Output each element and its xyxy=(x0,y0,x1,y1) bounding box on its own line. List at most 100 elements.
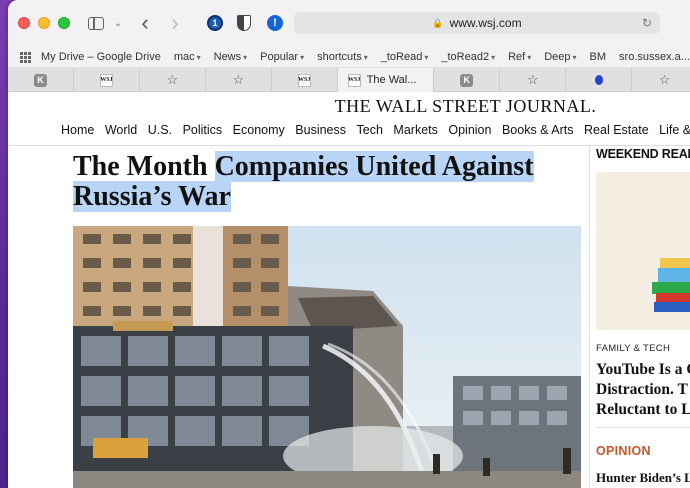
rail-divider xyxy=(596,427,690,428)
nav-item[interactable]: Politics xyxy=(183,123,223,137)
article-photo[interactable] xyxy=(73,226,581,488)
bookmark-label: sro.sussex.a....nas_pa xyxy=(619,50,690,63)
bookmark-label: News xyxy=(213,50,242,63)
alert-extension-icon[interactable]: ! xyxy=(266,0,284,46)
star-icon: ☆ xyxy=(232,72,245,87)
sidebar-toggle-button[interactable] xyxy=(86,0,106,46)
bookmark-item[interactable]: My Drive – Google Drive xyxy=(41,51,161,63)
browser-window: ⌄ ‹ › 1 ! 🔒 www.wsj.com ↻ My Drive – Goo… xyxy=(8,0,690,488)
tab-title: The Wal... xyxy=(366,74,417,86)
chevron-down-icon: ▾ xyxy=(243,52,248,62)
web-page: THE WALL STREET JOURNAL. Home World U.S. Po… xyxy=(8,92,690,488)
shield-extension-icon[interactable] xyxy=(235,0,253,46)
bookmark-label: Ref xyxy=(508,50,526,63)
tab[interactable]: WSJ xyxy=(272,68,338,92)
nav-item[interactable]: Economy xyxy=(233,123,285,137)
star-icon: ☆ xyxy=(526,72,539,87)
nav-item[interactable]: Life & Work xyxy=(659,123,690,137)
article-headline[interactable]: The Month Companies United Against Russia… xyxy=(73,151,585,212)
masthead-logo[interactable]: THE WALL STREET JOURNAL. xyxy=(8,96,690,117)
tab[interactable] xyxy=(566,68,633,92)
zoom-window-button[interactable] xyxy=(58,17,70,29)
back-button[interactable]: ‹ xyxy=(136,0,154,46)
tab-active[interactable]: WSJ The Wal... xyxy=(337,68,435,92)
reload-icon[interactable]: ↻ xyxy=(642,16,652,30)
bookmark-label: Popular xyxy=(260,50,299,63)
wsj-favicon-icon: WSJ xyxy=(99,73,113,87)
bookmark-item[interactable]: _toRead2 ▾ xyxy=(441,51,495,63)
star-icon: ☆ xyxy=(166,72,179,87)
headline-plain: The Month xyxy=(73,151,215,182)
chevron-down-icon: ▾ xyxy=(527,52,532,62)
tab[interactable]: K xyxy=(434,68,501,92)
bookmark-item[interactable]: Deep ▾ xyxy=(544,51,576,63)
bookmark-item[interactable]: _toRead ▾ xyxy=(381,51,429,63)
nav-item[interactable]: Markets xyxy=(393,123,437,137)
bookmark-item[interactable]: Popular ▾ xyxy=(260,51,304,63)
bookmark-item[interactable]: mac ▾ xyxy=(174,51,201,63)
url-text: www.wsj.com xyxy=(449,16,522,30)
nav-item[interactable]: Business xyxy=(295,123,346,137)
tab[interactable]: ☆ xyxy=(632,68,690,92)
chevron-down-icon: ▾ xyxy=(300,52,305,62)
wsj-favicon-icon: WSJ xyxy=(347,73,361,87)
stacked-books-illustration xyxy=(596,172,690,330)
nav-item[interactable]: Opinion xyxy=(448,123,491,137)
tab[interactable]: ☆ xyxy=(140,68,206,92)
tab[interactable]: WSJ xyxy=(74,68,140,92)
chevron-down-icon[interactable]: ⌄ xyxy=(112,0,124,46)
opinion-story-headline[interactable]: Hunter Biden’s L xyxy=(596,470,690,486)
bookmark-item[interactable]: News ▾ xyxy=(214,51,248,63)
nav-item[interactable]: Books & Arts xyxy=(502,123,574,137)
bookmark-label: Deep xyxy=(544,50,571,63)
forward-button[interactable]: › xyxy=(166,0,184,46)
opinion-section-label[interactable]: OPINION xyxy=(596,444,651,458)
chevron-down-icon: ▾ xyxy=(572,52,577,62)
tab[interactable]: K xyxy=(8,68,74,92)
address-bar[interactable]: 🔒 www.wsj.com ↻ xyxy=(294,12,660,34)
headline-selected-1: Companies United Against xyxy=(214,151,534,182)
bookmark-item[interactable]: Ref ▾ xyxy=(508,51,531,63)
column-divider xyxy=(589,145,590,488)
blue-favicon-icon xyxy=(594,75,603,85)
rail-story-headline[interactable]: YouTube Is a C Distraction. T Reluctant … xyxy=(596,360,690,420)
apps-grid-icon[interactable] xyxy=(20,51,31,63)
bookmark-label: BM xyxy=(589,50,607,63)
chevron-down-icon: ▾ xyxy=(196,52,201,62)
bookmark-item[interactable]: BM xyxy=(590,51,607,63)
nav-item[interactable]: U.S. xyxy=(148,123,172,137)
nav-divider xyxy=(8,145,690,146)
rail-section-title[interactable]: WEEKEND READ xyxy=(596,147,690,161)
nav-item[interactable]: Real Estate xyxy=(584,123,649,137)
nav-item[interactable]: World xyxy=(105,123,137,137)
window-controls xyxy=(18,17,70,29)
nav-item[interactable]: Tech xyxy=(357,123,383,137)
building-fire-photo xyxy=(73,226,581,488)
star-icon: ☆ xyxy=(658,72,671,87)
chevron-down-icon: ▾ xyxy=(363,52,368,62)
bookmark-item[interactable]: shortcuts ▾ xyxy=(317,51,368,63)
bookmark-label: My Drive – Google Drive xyxy=(41,50,161,63)
bookmarks-bar: My Drive – Google Drive mac ▾ News ▾ Popular ▾… xyxy=(8,46,690,68)
nav-item[interactable]: Home xyxy=(61,123,94,137)
rail-story-image[interactable] xyxy=(596,172,690,330)
k-favicon-icon: K xyxy=(460,73,474,87)
bookmark-label: _toRead xyxy=(380,50,423,63)
minimize-window-button[interactable] xyxy=(38,17,50,29)
bookmark-label: shortcuts xyxy=(317,50,362,63)
bookmark-label: mac xyxy=(173,50,195,63)
close-window-button[interactable] xyxy=(18,17,30,29)
lock-icon: 🔒 xyxy=(432,17,444,28)
rail-story-kicker: FAMILY & TECH xyxy=(596,343,671,354)
chevron-down-icon: ▾ xyxy=(491,52,496,62)
tab[interactable]: ☆ xyxy=(500,68,567,92)
chevron-down-icon: ▾ xyxy=(424,52,429,62)
password-manager-extension-icon[interactable]: 1 xyxy=(206,0,224,46)
tab[interactable]: ☆ xyxy=(206,68,272,92)
toolbar: ⌄ ‹ › 1 ! 🔒 www.wsj.com ↻ xyxy=(8,0,690,46)
section-nav: Home World U.S. Politics Economy Business Tech… xyxy=(61,123,690,137)
bookmark-label: _toRead2 xyxy=(441,50,490,63)
bookmark-item[interactable]: sro.sussex.a....nas_pa xyxy=(619,51,690,63)
tab-bar: K WSJ ☆ ☆ WSJ WSJ The Wal... K ☆ ☆ xyxy=(8,68,690,92)
wsj-favicon-icon: WSJ xyxy=(297,73,311,87)
